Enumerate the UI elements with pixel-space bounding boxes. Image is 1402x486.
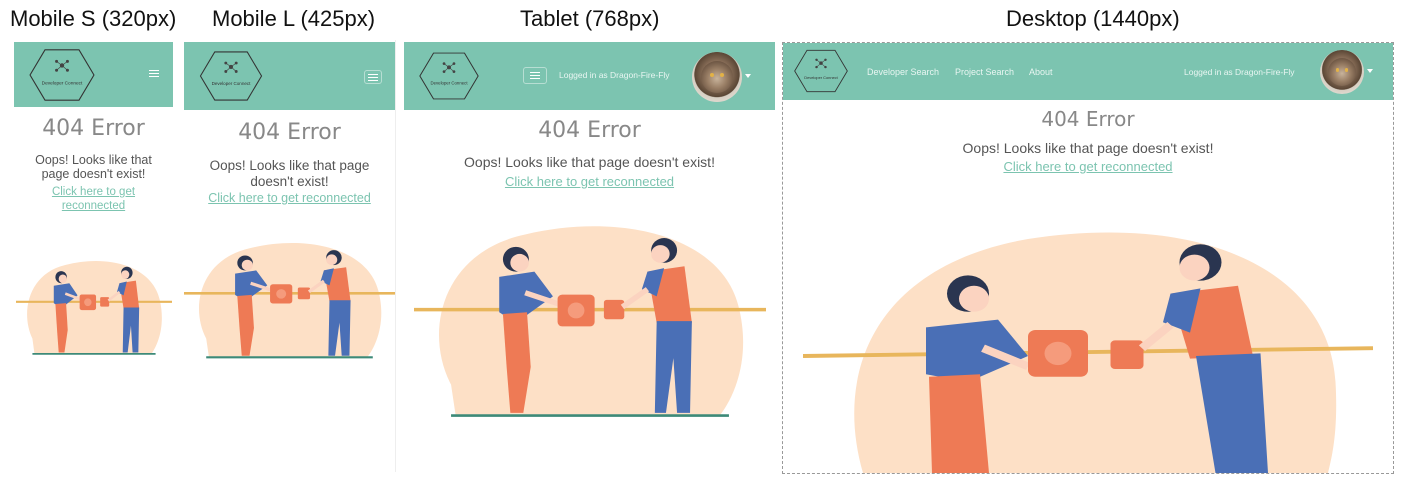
- error-message: Oops! Looks like that page doesn't exist…: [464, 154, 715, 170]
- hamburger-icon: [149, 69, 159, 71]
- reconnect-link[interactable]: Click here to get reconnected: [404, 174, 775, 190]
- reconnect-link[interactable]: Click here to get reconnected: [783, 159, 1393, 175]
- error-message: Oops! Looks like that page doesn't exist…: [962, 140, 1214, 156]
- unplugged-illustration: [414, 208, 766, 420]
- error-message: Oops! Looks like that page doesn't exist…: [209, 158, 370, 189]
- hamburger-icon: [530, 72, 540, 73]
- desktop-label: Desktop (1440px): [1006, 6, 1180, 31]
- logo[interactable]: Developer Connect: [793, 48, 849, 94]
- navbar: Developer Connect: [14, 42, 173, 107]
- nav-about[interactable]: About: [1029, 67, 1053, 77]
- tablet-label: Tablet (768px): [520, 6, 660, 31]
- page-title: 404 Error: [538, 118, 641, 143]
- nav-project-search[interactable]: Project Search: [955, 67, 1014, 77]
- separator: [395, 40, 396, 472]
- error-message: Oops! Looks like that page doesn't exist…: [35, 153, 152, 182]
- menu-button[interactable]: [523, 67, 547, 84]
- mobile-s-label: Mobile S (320px): [10, 6, 177, 31]
- reconnect-link[interactable]: Click here to get reconnected: [184, 191, 395, 206]
- desktop-frame: Developer Connect Developer Search Proje…: [782, 42, 1394, 474]
- cat-avatar[interactable]: [1320, 50, 1364, 94]
- mobile-s-frame: Developer Connect 404 Error Oops! Looks …: [14, 42, 173, 362]
- caret-down-icon[interactable]: [1367, 69, 1373, 73]
- caret-down-icon[interactable]: [745, 74, 751, 78]
- page-title: 404 Error: [238, 120, 341, 145]
- logo[interactable]: Developer Connect: [198, 50, 264, 102]
- unplugged-illustration: [803, 213, 1373, 473]
- cat-avatar[interactable]: [692, 52, 742, 102]
- nav-developer-search[interactable]: Developer Search: [867, 67, 939, 77]
- mobile-l-label: Mobile L (425px): [212, 6, 376, 31]
- page-title: 404 Error: [42, 116, 145, 141]
- navbar: Developer Connect: [184, 42, 395, 110]
- svg-text:Developer Connect: Developer Connect: [42, 81, 83, 87]
- page-title: 404 Error: [1041, 107, 1135, 131]
- svg-text:Developer Connect: Developer Connect: [212, 81, 252, 86]
- unplugged-illustration: [184, 232, 395, 360]
- navbar: Developer Connect Logged in as Dragon-Fi…: [404, 42, 775, 110]
- reconnect-link[interactable]: Click here to get reconnected: [14, 186, 173, 214]
- menu-button[interactable]: [146, 66, 162, 80]
- mobile-l-frame: Developer Connect 404 Error Oops! Looks …: [184, 42, 395, 472]
- menu-button[interactable]: [364, 70, 382, 84]
- svg-text:Developer Connect: Developer Connect: [804, 75, 838, 80]
- logo[interactable]: Developer Connect: [418, 50, 480, 102]
- logged-in-status: Logged in as Dragon-Fire-Fly: [559, 70, 670, 80]
- svg-text:Developer Connect: Developer Connect: [430, 81, 468, 86]
- logo[interactable]: Developer Connect: [28, 47, 96, 103]
- unplugged-illustration: [16, 252, 172, 356]
- hamburger-icon: [368, 73, 378, 75]
- navbar: Developer Connect Developer Search Proje…: [783, 43, 1393, 100]
- tablet-frame: Developer Connect Logged in as Dragon-Fi…: [404, 42, 775, 472]
- logged-in-status: Logged in as Dragon-Fire-Fly: [1184, 67, 1295, 77]
